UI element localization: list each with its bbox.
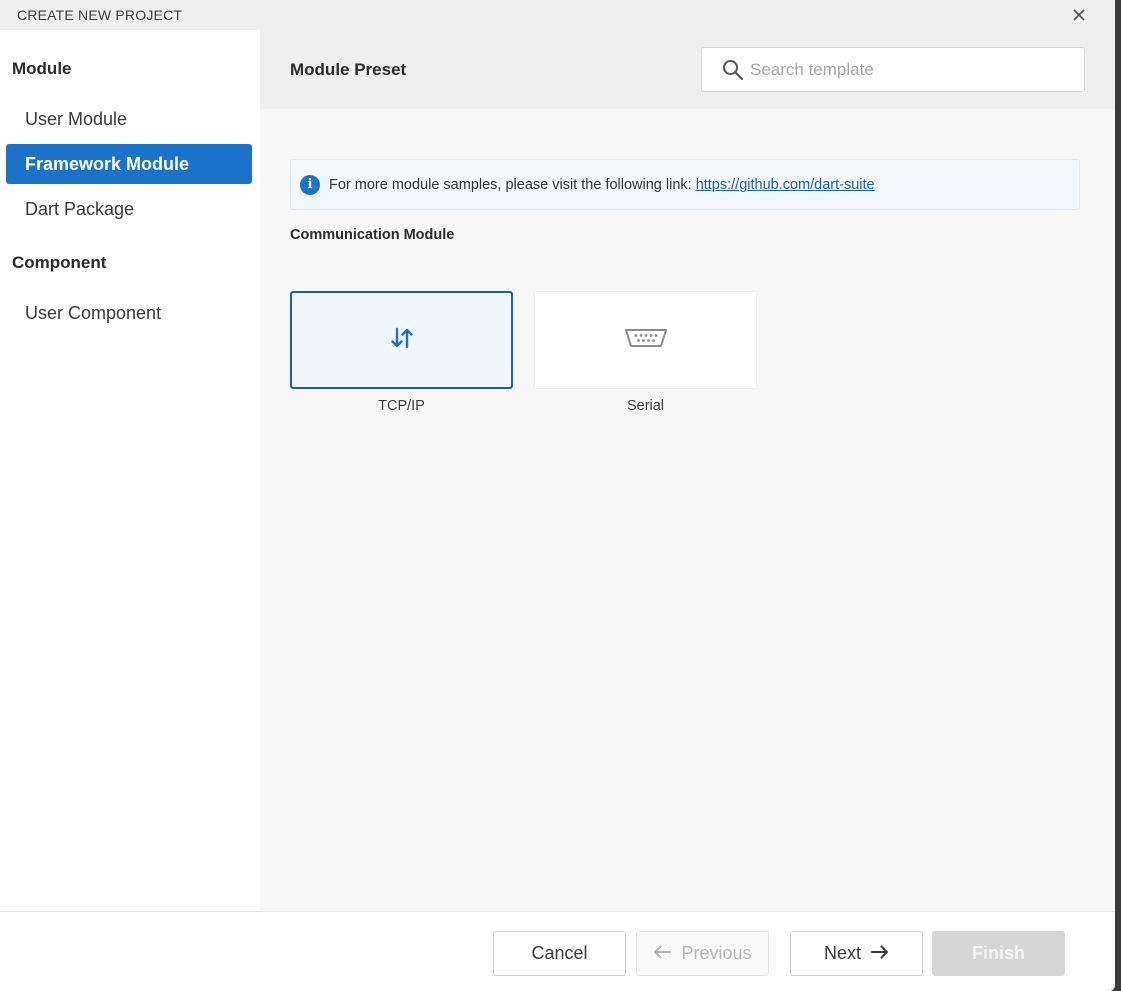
card-label-tcp-ip: TCP/IP [378, 398, 425, 414]
info-icon: i [300, 175, 320, 195]
search-icon [721, 58, 745, 87]
window-edge [1115, 0, 1121, 991]
finish-label: Finish [972, 943, 1025, 963]
sidebar-item-dart-package[interactable]: Dart Package [6, 189, 252, 229]
arrow-right-icon [871, 943, 889, 964]
card-label-serial: Serial [626, 398, 665, 414]
card-tcp-ip[interactable] [290, 291, 513, 389]
create-project-dialog: CREATE NEW PROJECT Module User Module Fr… [0, 0, 1115, 991]
next-label: Next [823, 943, 861, 963]
samples-link[interactable]: https://github.com/dart-suite [696, 177, 875, 193]
transfer-arrows-icon [389, 325, 415, 356]
dialog-footer: Cancel Previous Next Finish [0, 911, 1115, 991]
sidebar-heading-module: Module [12, 59, 72, 78]
sidebar-heading-component: Component [12, 253, 107, 272]
sidebar: Module User Module Framework Module Dart… [0, 30, 260, 911]
info-message: For more module samples, please visit th… [329, 177, 875, 193]
main-header: Module Preset [260, 30, 1115, 109]
close-icon[interactable] [1068, 4, 1090, 26]
page-title: Module Preset [290, 60, 407, 79]
main-panel: Module Preset i For more module samples,… [260, 30, 1115, 911]
dialog-titlebar: CREATE NEW PROJECT [0, 0, 1115, 30]
dialog-title: CREATE NEW PROJECT [17, 7, 183, 23]
previous-label: Previous [681, 943, 752, 963]
finish-button[interactable]: Finish [932, 931, 1065, 976]
cancel-label: Cancel [531, 943, 588, 963]
serial-port-icon [624, 327, 668, 354]
next-button[interactable]: Next [790, 931, 923, 976]
sidebar-item-user-module[interactable]: User Module [6, 99, 252, 139]
card-serial[interactable] [534, 291, 757, 389]
info-text: For more module samples, please visit th… [329, 177, 696, 193]
info-banner: i For more module samples, please visit … [290, 159, 1080, 210]
cancel-button[interactable]: Cancel [493, 931, 626, 976]
previous-button[interactable]: Previous [636, 931, 769, 976]
sidebar-item-framework-module[interactable]: Framework Module [6, 144, 252, 184]
section-label: Communication Module [290, 227, 455, 243]
sidebar-item-user-component[interactable]: User Component [6, 293, 252, 333]
search-input[interactable] [750, 56, 1070, 84]
search-box[interactable] [701, 47, 1085, 92]
arrow-left-icon [653, 943, 672, 964]
